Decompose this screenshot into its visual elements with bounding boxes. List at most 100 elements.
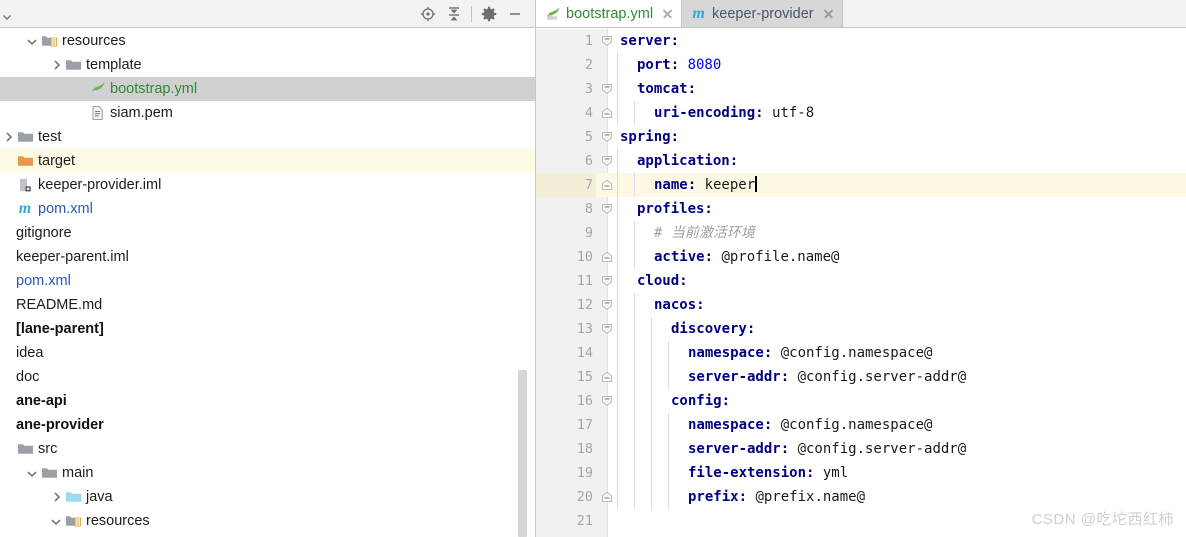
tree-row-pom-xml[interactable]: m pom.xml [0, 197, 535, 221]
tree-row-template[interactable]: template [0, 53, 535, 77]
fold-collapse-icon[interactable] [599, 393, 615, 409]
code-line-13[interactable]: 13 discovery: [536, 317, 1186, 341]
tree-row-keeper-parent-iml[interactable]: keeper-parent.iml [0, 245, 535, 269]
tree-row-resources[interactable]: resources [0, 509, 535, 533]
code-line-1[interactable]: 1 server: [536, 29, 1186, 53]
chevron-down-icon[interactable] [48, 513, 64, 529]
fold-region-end-icon[interactable] [599, 249, 615, 265]
text-caret [755, 176, 758, 192]
tree-row-ane-provider[interactable]: ane-provider [0, 413, 535, 437]
tree-row-siam-pem[interactable]: siam.pem [0, 101, 535, 125]
fold-collapse-icon[interactable] [599, 129, 615, 145]
close-icon[interactable] [822, 7, 835, 20]
minimize-icon[interactable] [502, 3, 528, 25]
chevron-right-icon[interactable] [48, 57, 64, 73]
tree-item-label: src [38, 440, 58, 457]
code-line-20[interactable]: 20 prefix: @prefix.name@ [536, 485, 1186, 509]
collapse-all-icon[interactable] [441, 3, 467, 25]
tree-row-keeper-provider-iml[interactable]: keeper-provider.iml [0, 173, 535, 197]
tree-row--lane-parent-[interactable]: [lane-parent] [0, 317, 535, 341]
tree-row-ane-api[interactable]: ane-api [0, 389, 535, 413]
indent-guide [651, 461, 652, 485]
code-line-18[interactable]: 18 server-addr: @config.server-addr@ [536, 437, 1186, 461]
code-line-21[interactable]: 21 [536, 509, 1186, 533]
code-lines[interactable]: 1 server: 2 port: 8080 3 tomcat: 4 uri-encoding… [536, 29, 1186, 533]
editor-scrollbar-track[interactable] [1176, 29, 1186, 537]
code-line-3[interactable]: 3 tomcat: [536, 77, 1186, 101]
code-token: 8080 [687, 57, 722, 73]
code-token: namespace: [688, 417, 781, 433]
tree-row-main[interactable]: main [0, 461, 535, 485]
code-line-14[interactable]: 14 namespace: @config.namespace@ [536, 341, 1186, 365]
folder-icon [16, 441, 34, 457]
fold-collapse-icon[interactable] [599, 273, 615, 289]
code-line-19[interactable]: 19 file-extension: yml [536, 461, 1186, 485]
chevron-down-icon[interactable] [24, 33, 40, 49]
tree-row-gitignore[interactable]: gitignore [0, 221, 535, 245]
fold-collapse-icon[interactable] [599, 297, 615, 313]
tree-row-test[interactable]: test [0, 125, 535, 149]
tree-chevron-placeholder [72, 105, 88, 121]
editor-tab-bootstrap-yml[interactable]: bootstrap.yml [536, 0, 683, 27]
fold-region-end-icon[interactable] [599, 489, 615, 505]
tree-row-target[interactable]: target [0, 149, 535, 173]
code-line-11[interactable]: 11 cloud: [536, 269, 1186, 293]
fold-region-end-icon[interactable] [599, 105, 615, 121]
fold-region-end-icon[interactable] [599, 177, 615, 193]
code-line-4[interactable]: 4 uri-encoding: utf-8 [536, 101, 1186, 125]
code-line-2[interactable]: 2 port: 8080 [536, 53, 1186, 77]
tree-row-doc[interactable]: doc [0, 365, 535, 389]
code-line-7[interactable]: 7 name: keeper [536, 173, 1186, 197]
tree-row-bootstrap-yml[interactable]: bootstrap.yml [0, 77, 535, 101]
tree-row-java[interactable]: java [0, 485, 535, 509]
code-editor[interactable]: 1 server: 2 port: 8080 3 tomcat: 4 uri-encoding… [536, 29, 1186, 537]
fold-collapse-icon[interactable] [599, 201, 615, 217]
indent-guide [668, 485, 669, 509]
code-line-8[interactable]: 8 profiles: [536, 197, 1186, 221]
tree-row-src[interactable]: src [0, 437, 535, 461]
code-line-10[interactable]: 10 active: @profile.name@ [536, 245, 1186, 269]
code-line-5[interactable]: 5 spring: [536, 125, 1186, 149]
indent-guide [668, 461, 669, 485]
close-icon[interactable] [661, 7, 674, 20]
code-line-15[interactable]: 15 server-addr: @config.server-addr@ [536, 365, 1186, 389]
tree-row-resources[interactable]: resources [0, 29, 535, 53]
fold-collapse-icon[interactable] [599, 153, 615, 169]
fold-collapse-icon[interactable] [599, 33, 615, 49]
editor-tab-keeper-provider[interactable]: m keeper-provider [682, 0, 843, 27]
tree-row-idea[interactable]: idea [0, 341, 535, 365]
locate-icon[interactable] [415, 3, 441, 25]
code-token: discovery: [671, 321, 756, 337]
code-text: cloud: [637, 269, 688, 293]
tree-item-label: README.md [16, 296, 103, 313]
chevron-right-icon[interactable] [48, 489, 64, 505]
chevron-right-icon[interactable] [0, 129, 16, 145]
spring-yaml-icon [88, 81, 106, 97]
line-number: 16 [576, 393, 593, 409]
project-scrollbar-thumb[interactable] [518, 370, 527, 537]
project-tree[interactable]: resources template bootstrap.yml siam.pem te… [0, 29, 535, 537]
code-line-17[interactable]: 17 namespace: @config.namespace@ [536, 413, 1186, 437]
tree-item-label: keeper-parent.iml [16, 248, 129, 265]
code-line-9[interactable]: 9 # 当前激活环境 [536, 221, 1186, 245]
fold-region-end-icon[interactable] [599, 369, 615, 385]
indent-guide [668, 437, 669, 461]
line-number: 17 [576, 417, 593, 433]
fold-collapse-icon[interactable] [599, 321, 615, 337]
tree-item-label: doc [16, 368, 40, 385]
gear-icon[interactable] [476, 3, 502, 25]
tree-item-label: main [62, 464, 94, 481]
code-line-12[interactable]: 12 nacos: [536, 293, 1186, 317]
code-token: keeper [704, 177, 756, 193]
indent-guide [634, 485, 635, 509]
chevron-down-icon[interactable] [24, 465, 40, 481]
code-line-6[interactable]: 6 application: [536, 149, 1186, 173]
tree-row-readme-md[interactable]: README.md [0, 293, 535, 317]
iml-file-icon [16, 177, 34, 193]
line-number: 2 [584, 57, 593, 73]
tree-row-pom-xml[interactable]: pom.xml [0, 269, 535, 293]
code-line-16[interactable]: 16 config: [536, 389, 1186, 413]
tree-root-chevron-icon[interactable] [2, 9, 12, 21]
fold-collapse-icon[interactable] [599, 81, 615, 97]
tree-item-label: test [38, 128, 62, 145]
